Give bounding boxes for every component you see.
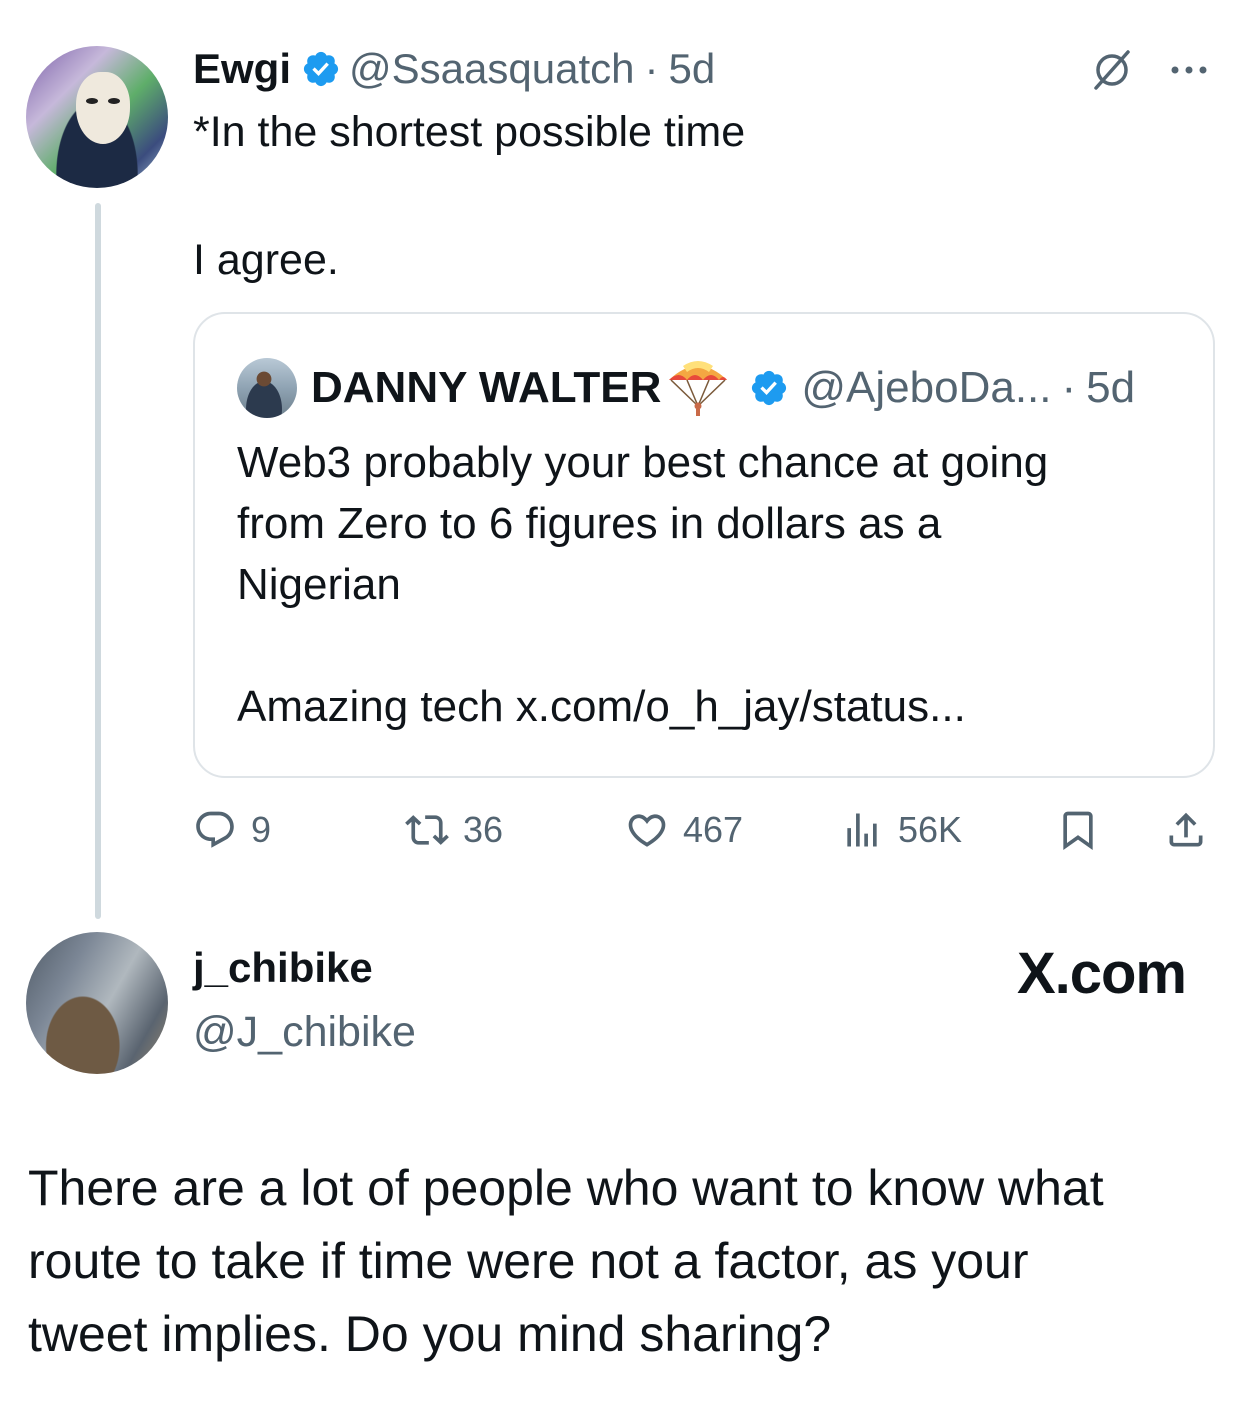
reply-author-name[interactable]: j_chibike <box>193 944 373 992</box>
separator-dot: · <box>1061 363 1077 412</box>
author-name[interactable]: Ewgi <box>193 45 291 93</box>
author-handle[interactable]: @Ssaasquatch <box>349 45 634 93</box>
analytics-icon <box>847 813 877 847</box>
avatar-j-chibike[interactable] <box>26 932 168 1074</box>
reply-author-handle[interactable]: @J_chibike <box>193 1008 416 1057</box>
avatar-ewgi[interactable] <box>26 46 168 188</box>
share-button[interactable] <box>1164 800 1208 860</box>
more-icon[interactable] <box>1166 47 1212 93</box>
repost-count: 36 <box>463 809 504 850</box>
verified-icon <box>752 370 787 406</box>
quote-header: DANNY WALTER @AjeboDa... · 5d <box>237 358 1135 418</box>
tweet-text-line2: I agree. <box>193 236 339 284</box>
reply-count: 9 <box>251 809 272 850</box>
quote-link-text[interactable]: Amazing tech x.com/o_h_jay/status... <box>237 682 966 732</box>
reply-text-line: There are a lot of people who want to kn… <box>28 1160 1104 1216</box>
repost-button[interactable]: 36 <box>405 800 503 860</box>
tweet-top-icons <box>1088 46 1212 94</box>
separator-dot: · <box>644 45 659 92</box>
quote-author-handle[interactable]: @AjeboDa... <box>801 363 1051 413</box>
quoted-tweet-card[interactable]: DANNY WALTER @AjeboDa... · 5d Web3 proba… <box>193 312 1215 778</box>
tweet-header: Ewgi @Ssaasquatch · 5d <box>193 44 715 94</box>
screenshot: Ewgi @Ssaasquatch · 5d *In the shortest … <box>0 0 1242 1420</box>
grok-icon[interactable] <box>1088 46 1136 94</box>
verified-icon <box>303 51 339 87</box>
quote-text-line: from Zero to 6 figures in dollars as a <box>237 499 942 548</box>
quote-time[interactable]: 5d <box>1086 363 1135 413</box>
reply-icon <box>196 811 234 848</box>
x-com-logo: X.com <box>1016 941 1187 1006</box>
bookmark-icon <box>1063 811 1093 851</box>
reply-text-line: tweet implies. Do you mind sharing? <box>28 1306 832 1362</box>
avatar-danny-walter[interactable] <box>237 358 297 418</box>
quote-author-name[interactable]: DANNY WALTER <box>311 363 661 413</box>
quote-text-line: Nigerian <box>237 560 401 609</box>
bookmark-button[interactable] <box>1056 800 1100 860</box>
tweet-text-line1: *In the shortest possible time <box>193 108 746 156</box>
tweet-action-bar: 9 36 467 56K <box>0 800 1242 860</box>
views-button[interactable]: 56K <box>840 800 962 860</box>
share-icon <box>1169 812 1203 847</box>
tweet-time[interactable]: 5d <box>668 45 715 93</box>
quote-text-line: Web3 probably your best chance at going <box>237 438 1049 487</box>
reply-button[interactable]: 9 <box>193 800 271 860</box>
like-count: 467 <box>683 809 744 850</box>
parachute-emoji-icon <box>669 361 728 416</box>
reply-text-line: route to take if time were not a factor,… <box>28 1233 1029 1289</box>
reply-text: There are a lot of people who want to kn… <box>28 1152 1218 1371</box>
quote-text: Web3 probably your best chance at going … <box>237 432 1187 615</box>
heart-icon <box>628 814 666 847</box>
like-button[interactable]: 467 <box>625 800 743 860</box>
repost-icon <box>405 815 449 845</box>
views-count: 56K <box>898 809 963 850</box>
guy-fawkes-mask-image <box>76 72 130 144</box>
